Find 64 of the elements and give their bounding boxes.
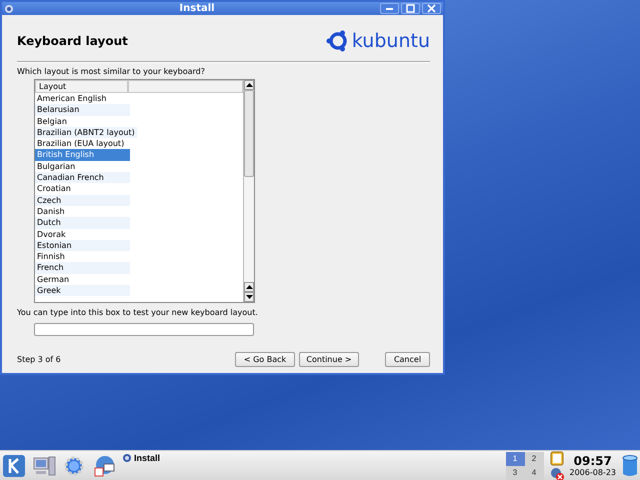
launcher-button[interactable] xyxy=(62,454,86,478)
window-title: Install xyxy=(178,3,216,14)
list-item[interactable]: Estonian xyxy=(35,240,130,252)
clock-time: 09:57 xyxy=(574,454,612,468)
clock-date: 2006-08-23 xyxy=(570,468,616,477)
scrollbar[interactable] xyxy=(243,80,254,302)
launcher-button[interactable] xyxy=(92,454,116,478)
list-item[interactable]: Danish xyxy=(35,206,130,218)
up-arrow-icon xyxy=(246,83,252,87)
scroll-down-button[interactable] xyxy=(244,292,254,302)
dialog-button[interactable]: Cancel xyxy=(385,352,430,367)
app-icon[interactable] xyxy=(4,4,14,14)
column-header[interactable]: Layout xyxy=(35,80,128,93)
ring-logo-icon xyxy=(324,29,349,53)
dialog-button[interactable]: Continue > xyxy=(299,352,359,367)
scroll-up-button[interactable] xyxy=(244,80,254,90)
minimize-button[interactable] xyxy=(380,3,399,14)
prompt-text: Which layout is most similar to your keyboard? xyxy=(17,67,206,76)
dialog-button[interactable]: < Go Back xyxy=(235,352,295,367)
list-item[interactable]: Croatian xyxy=(35,183,130,195)
up-arrow-icon xyxy=(246,285,252,289)
close-icon xyxy=(427,4,436,13)
desktop-pager-button[interactable]: 3 xyxy=(506,466,524,480)
list-item[interactable]: Dutch xyxy=(35,217,130,229)
test-input-field[interactable] xyxy=(34,323,254,336)
list-item[interactable]: Brazilian (ABNT2 layout) xyxy=(35,126,137,138)
desktop-pager-button[interactable]: 2 xyxy=(524,452,544,466)
close-button[interactable] xyxy=(422,3,441,14)
k-menu-icon xyxy=(2,454,26,478)
step-label: Step 3 of 6 xyxy=(17,355,61,364)
globe-mail-icon xyxy=(92,454,116,478)
logo-text: kubuntu xyxy=(352,30,430,52)
down-arrow-icon xyxy=(246,295,252,299)
test-prompt-text: You can type into this box to test your new keyboard layout. xyxy=(17,308,259,317)
globe-gear-icon xyxy=(62,454,86,478)
list-item[interactable]: Belarusian xyxy=(35,104,130,116)
list-item[interactable]: Czech xyxy=(35,194,130,206)
launcher-button[interactable] xyxy=(32,454,56,478)
app-icon xyxy=(122,453,132,463)
maximize-button[interactable] xyxy=(401,3,420,14)
trash-can-icon xyxy=(622,454,638,478)
list-item[interactable]: American English xyxy=(35,93,130,104)
page-title: Keyboard layout xyxy=(17,34,128,48)
list-item[interactable]: Canadian French xyxy=(35,172,130,184)
list-item[interactable]: British English xyxy=(35,149,130,161)
computer-icon xyxy=(32,454,56,478)
list-item[interactable]: Finnish xyxy=(35,251,130,262)
network-error-icon xyxy=(550,467,564,480)
clipboard-icon xyxy=(550,450,564,466)
list-item[interactable]: Bulgarian xyxy=(35,160,130,172)
scroll-thumb[interactable] xyxy=(244,90,254,177)
desktop-pager-button[interactable]: 1 xyxy=(506,452,524,466)
maximize-icon xyxy=(406,4,415,13)
list-item[interactable]: Greek xyxy=(35,285,130,296)
list-item[interactable]: Brazilian (EUA layout) xyxy=(35,138,130,150)
trash-button[interactable] xyxy=(622,454,638,478)
list-item[interactable]: Belgian xyxy=(35,116,130,127)
taskbar-label: Install xyxy=(134,453,160,463)
scroll-up-button[interactable] xyxy=(244,282,254,292)
list-item[interactable]: German xyxy=(35,274,130,286)
launcher-button[interactable] xyxy=(2,454,26,478)
list-item[interactable]: French xyxy=(35,262,130,274)
taskbar-button[interactable]: Install xyxy=(122,453,160,463)
list-item[interactable]: Dvorak xyxy=(35,228,130,240)
